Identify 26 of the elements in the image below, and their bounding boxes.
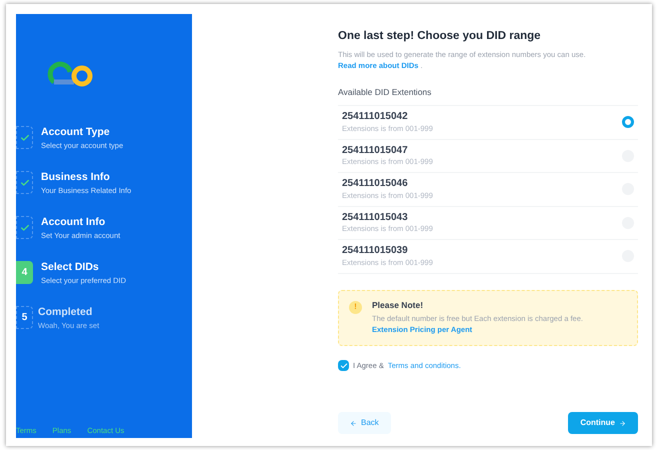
check-icon [20,222,30,232]
did-number: 254111015042 [342,111,409,124]
check-icon [340,362,348,370]
back-button[interactable]: Back [338,412,391,434]
radio-button[interactable] [622,116,634,128]
check-icon [20,178,30,188]
step-number: 4 [22,266,28,280]
arrow-right-icon [619,420,626,426]
did-number: 254111015046 [342,178,409,191]
agree-checkbox[interactable] [338,360,349,372]
continue-button[interactable]: Continue [568,412,638,434]
did-number: 254111015039 [342,245,409,258]
did-number: 254111015047 [342,144,409,158]
page-heading: One last step! Choose you DID range [338,29,542,44]
did-number: 254111015043 [342,212,409,224]
step-title: Account Info [41,216,106,230]
list-title: Available DID Extentions [338,86,638,106]
step-title: Account Type [41,126,111,140]
arrow-left-icon [350,420,357,426]
warning-icon: ! [349,300,362,314]
step-title: Completed [38,306,94,320]
step-title: Business Info [41,171,111,184]
note-title: Please Note! [372,298,424,312]
check-icon [20,132,30,142]
step-title: Select DIDs [41,261,100,274]
step-number: 5 [22,311,28,325]
